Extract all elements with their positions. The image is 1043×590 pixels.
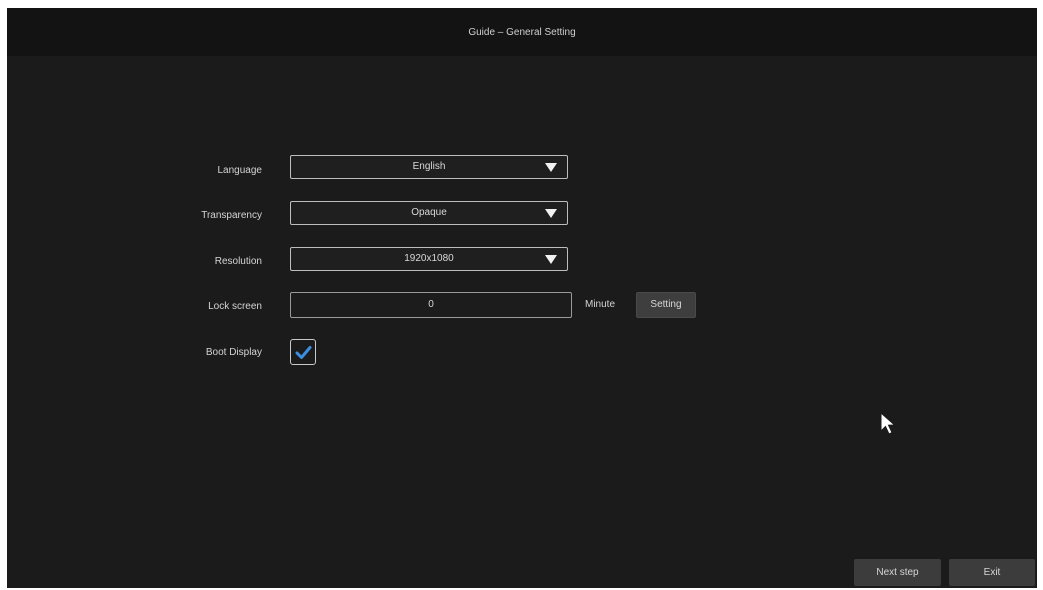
language-value: English [412, 161, 446, 172]
guide-screen: Guide – General Setting Language English… [7, 8, 1037, 588]
next-step-button[interactable]: Next step [854, 559, 941, 586]
lock-screen-unit: Minute [585, 299, 616, 310]
caret-down-icon [545, 209, 557, 218]
resolution-label: Resolution [214, 256, 262, 267]
title-bar: Guide – General Setting [7, 8, 1037, 56]
mouse-pointer-icon [880, 412, 896, 435]
caret-down-icon [545, 163, 557, 172]
transparency-dropdown[interactable]: Opaque [290, 201, 568, 225]
transparency-label: Transparency [201, 210, 262, 221]
caret-down-icon [545, 255, 557, 264]
resolution-value: 1920x1080 [404, 253, 454, 264]
lock-screen-input[interactable]: 0 [290, 292, 572, 318]
resolution-dropdown[interactable]: 1920x1080 [290, 247, 568, 271]
boot-display-label: Boot Display [205, 347, 262, 358]
lock-screen-label: Lock screen [208, 301, 262, 312]
language-label: Language [217, 165, 263, 176]
boot-display-checkbox[interactable] [290, 339, 316, 365]
language-dropdown[interactable]: English [290, 155, 568, 179]
transparency-value: Opaque [411, 207, 447, 218]
window-title: Guide – General Setting [468, 27, 576, 38]
checkmark-icon [295, 346, 312, 359]
lock-screen-setting-button[interactable]: Setting [636, 292, 696, 318]
exit-button[interactable]: Exit [949, 559, 1035, 586]
